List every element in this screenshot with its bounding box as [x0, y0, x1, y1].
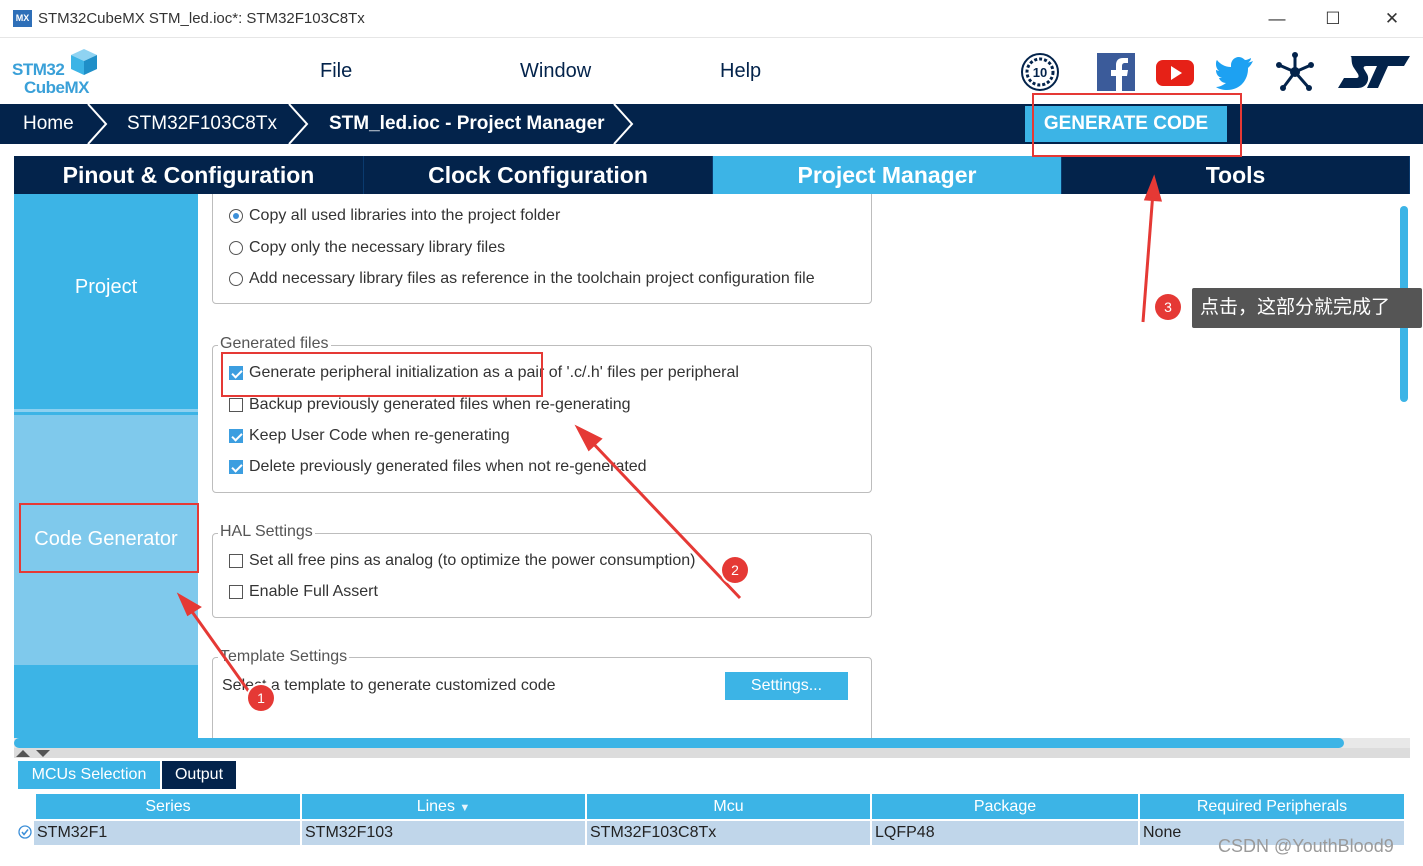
table-header-mcu[interactable]: Mcu — [587, 794, 872, 819]
tab-mcus-selection[interactable]: MCUs Selection — [18, 761, 160, 789]
highlight-code-generator — [19, 503, 199, 573]
svg-text:10: 10 — [1033, 65, 1047, 80]
main-tabs: Pinout & Configuration Clock Configurati… — [14, 156, 1410, 194]
option-copy-necessary-libraries: Copy only the necessary library files — [249, 239, 506, 256]
horizontal-scroll-thumb[interactable] — [14, 738, 1344, 748]
logo-line1: STM32 — [12, 60, 65, 79]
st-logo-icon[interactable] — [1336, 52, 1412, 92]
app-icon: MX — [13, 10, 32, 27]
table-header-lines[interactable]: Lines ▼ — [302, 794, 587, 819]
template-settings-legend: Template Settings — [218, 648, 350, 666]
tab-clock[interactable]: Clock Configuration — [364, 156, 713, 194]
radio-copy-necessary-libraries[interactable] — [229, 241, 243, 255]
option-copy-all-libraries: Copy all used libraries into the project… — [249, 207, 561, 224]
option-free-pins-analog: Set all free pins as analog (to optimize… — [249, 552, 696, 569]
menu-help[interactable]: Help — [720, 60, 761, 83]
horizontal-scrollbar[interactable] — [14, 738, 1410, 748]
table-header-series[interactable]: Series — [36, 794, 302, 819]
step-badge-3: 3 — [1155, 294, 1181, 320]
side-nav-advanced-settings[interactable] — [14, 665, 198, 740]
table-header-package[interactable]: Package — [872, 794, 1140, 819]
side-nav-project-label: Project — [74, 276, 138, 298]
option-full-assert: Enable Full Assert — [249, 583, 378, 600]
minimize-button[interactable]: — — [1265, 8, 1289, 30]
anniversary-10-icon[interactable]: 10 — [1020, 52, 1060, 92]
checkbox-delete-previous-files[interactable] — [229, 460, 243, 474]
settings-button[interactable]: Settings... — [725, 672, 848, 700]
breadcrumb-project[interactable]: STM_led.ioc - Project Manager — [329, 113, 605, 135]
breadcrumb-chevron-icon — [613, 104, 634, 144]
mcu-table: Series Lines ▼ Mcu Package Required Peri… — [14, 792, 1410, 848]
generated-files-legend: Generated files — [218, 335, 331, 353]
checkbox-keep-user-code[interactable] — [229, 429, 243, 443]
breadcrumb-chevron-icon — [288, 104, 309, 144]
step-badge-1: 1 — [248, 685, 274, 711]
sort-down-icon: ▼ — [459, 802, 471, 814]
check-circle-icon — [18, 825, 32, 839]
tab-pinout[interactable]: Pinout & Configuration — [14, 156, 364, 194]
watermark: CSDN @YouthBlood9 — [1218, 836, 1394, 856]
tab-project-manager[interactable]: Project Manager — [713, 156, 1062, 194]
twitter-icon[interactable] — [1215, 52, 1255, 92]
bottom-tabs: MCUs Selection Output — [14, 758, 1410, 790]
highlight-peripheral-pairs — [221, 352, 543, 397]
title-bar: MX STM32CubeMX STM_led.ioc*: STM32F103C8… — [0, 0, 1423, 38]
menu-file[interactable]: File — [320, 60, 352, 83]
table-cell-mcu[interactable]: STM32F103C8Tx — [587, 821, 872, 845]
code-generator-panel: Copy all used libraries into the project… — [198, 194, 1398, 740]
checkbox-full-assert[interactable] — [229, 585, 243, 599]
option-reference-libraries: Add necessary library files as reference… — [249, 270, 815, 287]
table-cell-series[interactable]: STM32F1 — [34, 821, 302, 845]
radio-copy-all-libraries[interactable] — [229, 209, 243, 223]
option-delete-previous-files: Delete previously generated files when n… — [249, 458, 647, 475]
collapse-arrows-icon[interactable] — [14, 749, 54, 757]
side-nav-project[interactable]: Project — [14, 194, 198, 412]
radio-reference-libraries[interactable] — [229, 272, 243, 286]
close-button[interactable]: ✕ — [1380, 8, 1404, 30]
vertical-scrollbar[interactable] — [1398, 194, 1410, 740]
window-title: STM32CubeMX STM_led.ioc*: STM32F103C8Tx — [38, 10, 365, 27]
table-header-required-peripherals[interactable]: Required Peripherals — [1140, 794, 1406, 819]
tab-output[interactable]: Output — [162, 761, 236, 789]
youtube-icon[interactable] — [1155, 52, 1195, 92]
stm32cubemx-logo: STM32 CubeMX — [12, 46, 102, 98]
facebook-icon[interactable] — [1096, 52, 1136, 92]
annotation-tooltip: 点击，这部分就完成了 — [1192, 288, 1422, 328]
breadcrumb-device[interactable]: STM32F103C8Tx — [127, 113, 277, 135]
hal-settings-group — [212, 533, 872, 618]
option-backup-files: Backup previously generated files when r… — [249, 396, 631, 413]
hal-settings-legend: HAL Settings — [218, 523, 315, 541]
table-cell-package[interactable]: LQFP48 — [872, 821, 1140, 845]
highlight-generate-code — [1032, 93, 1242, 157]
tab-tools[interactable]: Tools — [1062, 156, 1410, 194]
breadcrumb-chevron-icon — [87, 104, 108, 144]
cube-icon — [71, 49, 97, 75]
checkbox-backup-files[interactable] — [229, 398, 243, 412]
menu-window[interactable]: Window — [520, 60, 591, 83]
table-cell-lines[interactable]: STM32F103 — [302, 821, 587, 845]
option-keep-user-code: Keep User Code when re-generating — [249, 427, 510, 444]
panel-splitter[interactable] — [14, 748, 1410, 758]
breadcrumb-home[interactable]: Home — [23, 113, 74, 135]
checkbox-free-pins-analog[interactable] — [229, 554, 243, 568]
maximize-button[interactable]: ☐ — [1321, 8, 1345, 30]
network-icon[interactable] — [1275, 52, 1315, 92]
logo-line2: CubeMX — [24, 78, 90, 97]
side-nav: Project Code Generator — [14, 194, 198, 740]
step-badge-2: 2 — [722, 557, 748, 583]
table-header-lines-label: Lines — [416, 798, 455, 815]
